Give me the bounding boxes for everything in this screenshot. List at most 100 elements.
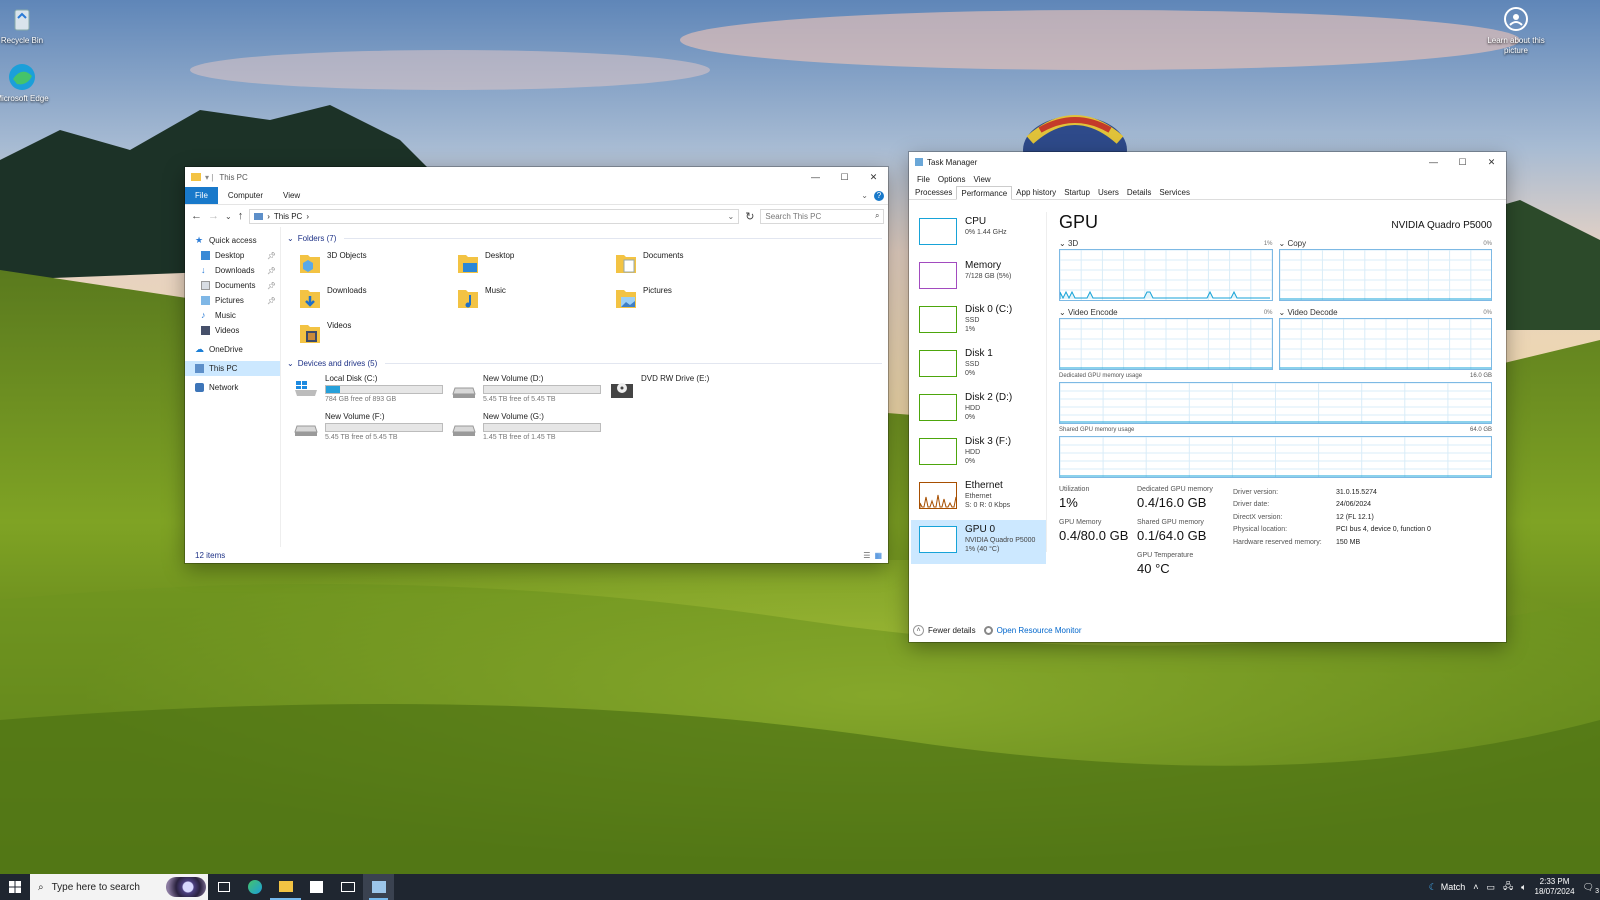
- back-button[interactable]: ←: [191, 210, 202, 222]
- nav-downloads[interactable]: ↓ Downloads 📌︎: [185, 263, 280, 278]
- minimize-button[interactable]: —: [801, 167, 830, 187]
- nav-onedrive[interactable]: ☁ OneDrive: [185, 342, 280, 357]
- nav-pictures[interactable]: Pictures 📌︎: [185, 293, 280, 308]
- clock[interactable]: 2:33 PM 18/07/2024: [1535, 877, 1575, 897]
- show-hidden-icons-chevron-icon[interactable]: ˄: [1473, 882, 1478, 892]
- nav-documents[interactable]: Documents 📌︎: [185, 278, 280, 293]
- folder-item[interactable]: Music: [457, 282, 615, 317]
- expand-ribbon-icon[interactable]: ⌄: [861, 191, 868, 200]
- resource-disk-0[interactable]: Disk 0 (C:) SSD 1%: [911, 300, 1046, 344]
- tab-startup[interactable]: Startup: [1060, 186, 1094, 199]
- drives-group-header[interactable]: ⌄ Devices and drives (5): [287, 356, 882, 370]
- ribbon-tab-view[interactable]: View: [273, 187, 310, 204]
- tab-performance[interactable]: Performance: [956, 186, 1013, 200]
- menu-view[interactable]: View: [973, 175, 990, 184]
- resource-cpu[interactable]: CPU 0% 1.44 GHz: [911, 212, 1046, 256]
- drive-item[interactable]: DVD RW Drive (E:): [609, 374, 767, 412]
- menu-file[interactable]: File: [917, 175, 930, 184]
- nav-desktop[interactable]: Desktop 📌︎: [185, 248, 280, 263]
- task-view-button[interactable]: [208, 874, 239, 900]
- onedrive-icon: ☁: [195, 344, 204, 354]
- nav-this-pc[interactable]: This PC: [185, 361, 280, 376]
- resource-disk-2[interactable]: Disk 2 (D:) HDD 0%: [911, 388, 1046, 432]
- address-bar[interactable]: › This PC › ⌄: [249, 208, 740, 224]
- quick-access-toolbar[interactable]: ▾ |: [205, 173, 213, 182]
- details-view-icon[interactable]: ☰: [863, 551, 870, 560]
- ribbon-tab-file[interactable]: File: [185, 187, 218, 204]
- refresh-button[interactable]: ↻: [745, 210, 754, 223]
- nav-videos[interactable]: Videos: [185, 323, 280, 338]
- taskbar-search-box[interactable]: ⌕ Type here to search: [30, 874, 208, 900]
- nav-network[interactable]: Network: [185, 380, 280, 395]
- folder-item[interactable]: 3D Objects: [299, 247, 457, 282]
- close-button[interactable]: ✕: [1477, 152, 1506, 172]
- engine-selector-video-encode[interactable]: ⌄ Video Encode: [1059, 308, 1118, 317]
- search-box[interactable]: Search This PC ⌕: [760, 208, 885, 224]
- drive-item[interactable]: New Volume (G:) 1.45 TB free of 1.45 TB: [451, 412, 609, 450]
- large-icons-view-icon[interactable]: ▦: [874, 551, 882, 560]
- learn-about-picture-shortcut[interactable]: Learn about this picture: [1486, 4, 1546, 56]
- engine-selector-3d[interactable]: ⌄ 3D: [1059, 239, 1078, 248]
- resource-gpu-0[interactable]: GPU 0 NVIDIA Quadro P5000 1% (40 °C): [911, 520, 1046, 564]
- tab-app-history[interactable]: App history: [1012, 186, 1060, 199]
- recycle-bin-shortcut[interactable]: Recycle Bin: [0, 4, 52, 46]
- up-button[interactable]: ↑: [238, 210, 244, 222]
- help-icon[interactable]: ?: [874, 190, 884, 201]
- engine-selector-copy[interactable]: ⌄ Copy: [1279, 239, 1307, 248]
- taskbar-task-manager[interactable]: [363, 874, 394, 900]
- tab-processes[interactable]: Processes: [911, 186, 956, 199]
- maximize-button[interactable]: ☐: [830, 167, 859, 187]
- tab-details[interactable]: Details: [1123, 186, 1155, 199]
- engine-selector-video-decode[interactable]: ⌄ Video Decode: [1279, 308, 1338, 317]
- edge-icon: [7, 62, 37, 92]
- fewer-details-button[interactable]: ˄ Fewer details: [913, 625, 976, 636]
- breadcrumb-this-pc[interactable]: This PC: [274, 212, 302, 221]
- resource-ethernet[interactable]: Ethernet Ethernet S: 0 R: 0 Kbps: [911, 476, 1046, 520]
- folder-item[interactable]: Pictures: [615, 282, 773, 317]
- network-icon[interactable]: 🖧︎: [1503, 879, 1513, 895]
- camera-icon: [1501, 4, 1531, 34]
- weather-widget[interactable]: ☾ Match: [1429, 882, 1466, 893]
- edge-shortcut[interactable]: Microsoft Edge: [0, 62, 52, 104]
- mail-icon: [340, 882, 355, 892]
- device-icon[interactable]: ▭: [1487, 882, 1496, 893]
- taskmgr-titlebar[interactable]: Task Manager — ☐ ✕: [909, 152, 1506, 172]
- nav-quick-access[interactable]: ★ Quick access: [185, 233, 280, 248]
- forward-button[interactable]: →: [208, 210, 219, 222]
- drive-free-space: 5.45 TB free of 5.45 TB: [325, 434, 398, 441]
- ribbon-tab-computer[interactable]: Computer: [218, 187, 273, 204]
- close-button[interactable]: ✕: [859, 167, 888, 187]
- folder-item[interactable]: Documents: [615, 247, 773, 282]
- taskbar-mail[interactable]: [332, 874, 363, 900]
- taskbar-edge[interactable]: [239, 874, 270, 900]
- drive-item[interactable]: New Volume (F:) 5.45 TB free of 5.45 TB: [293, 412, 451, 450]
- recent-locations-button[interactable]: ⌄: [225, 212, 232, 221]
- stat-value-utilization: 1%: [1059, 495, 1078, 510]
- resource-memory[interactable]: Memory 7/128 GB (5%): [911, 256, 1046, 300]
- explorer-titlebar[interactable]: ▾ | This PC — ☐ ✕: [185, 167, 888, 187]
- folder-item[interactable]: Desktop: [457, 247, 615, 282]
- taskbar-store[interactable]: [301, 874, 332, 900]
- folders-group-header[interactable]: ⌄ Folders (7): [287, 231, 882, 245]
- tab-services[interactable]: Services: [1155, 186, 1194, 199]
- resource-disk-1[interactable]: Disk 1 SSD 0%: [911, 344, 1046, 388]
- nav-music[interactable]: ♪ Music: [185, 308, 280, 323]
- drive-item[interactable]: Local Disk (C:) 784 GB free of 893 GB: [293, 374, 451, 412]
- taskbar-file-explorer[interactable]: [270, 874, 301, 900]
- minimize-button[interactable]: —: [1419, 152, 1448, 172]
- desktop-folder-icon: [201, 251, 210, 260]
- notification-center-button[interactable]: 🗨︎ 3: [1583, 882, 1599, 895]
- maximize-button[interactable]: ☐: [1448, 152, 1477, 172]
- menu-options[interactable]: Options: [938, 175, 966, 184]
- address-dropdown-icon[interactable]: ⌄: [728, 212, 735, 221]
- windows-logo-icon: [9, 881, 21, 893]
- folder-item[interactable]: Videos: [299, 317, 457, 352]
- start-button[interactable]: [0, 874, 30, 900]
- drive-item[interactable]: New Volume (D:) 5.45 TB free of 5.45 TB: [451, 374, 609, 412]
- resource-disk-3[interactable]: Disk 3 (F:) HDD 0%: [911, 432, 1046, 476]
- folder-item[interactable]: Downloads: [299, 282, 457, 317]
- volume-icon[interactable]: 🔈︎: [1521, 882, 1526, 893]
- menu-bar: File Options View: [909, 172, 1506, 186]
- tab-users[interactable]: Users: [1094, 186, 1123, 199]
- open-resource-monitor-link[interactable]: Open Resource Monitor: [983, 626, 1082, 635]
